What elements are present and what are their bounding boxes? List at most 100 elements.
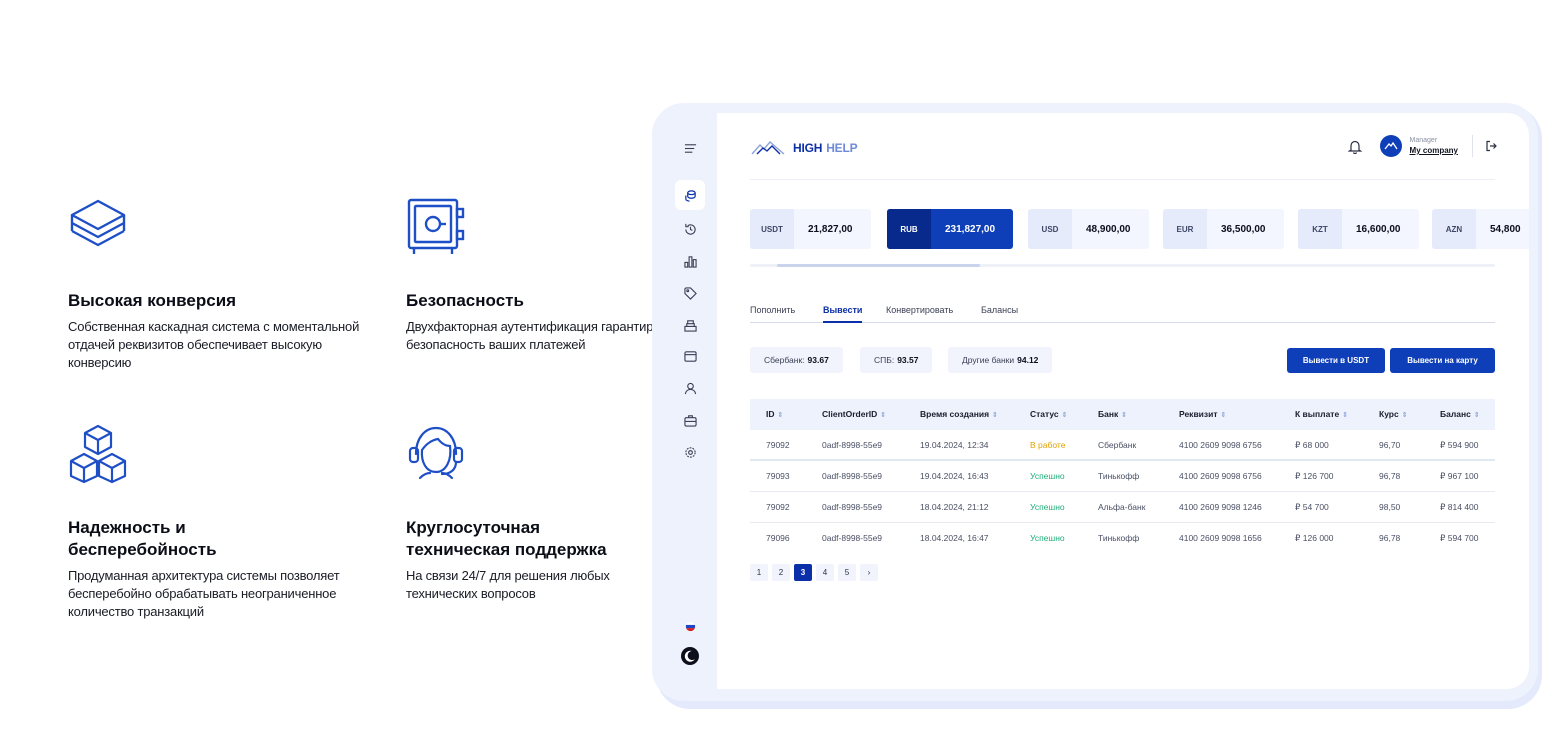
table-row[interactable]: 79092 0adf-8998-55e9 19.04.2024, 12:34 В… bbox=[750, 430, 1495, 461]
user-icon[interactable] bbox=[675, 373, 705, 403]
layers-icon bbox=[70, 199, 126, 247]
column-header-bank[interactable]: Банк ⇕ bbox=[1098, 409, 1127, 419]
column-header-clientorderid[interactable]: ClientOrderID ⇕ bbox=[822, 409, 886, 419]
column-header-balance[interactable]: Баланс ⇕ bbox=[1440, 409, 1480, 419]
cell-clientorderid: 0adf-8998-55e9 bbox=[822, 502, 883, 512]
dashboard-panel: HIGH HELP Manager My company USDT 21,827… bbox=[717, 113, 1529, 689]
withdraw-usdt-button[interactable]: Вывести в USDT bbox=[1287, 348, 1385, 373]
dark-mode-toggle-icon[interactable] bbox=[675, 641, 705, 671]
withdraw-card-button[interactable]: Вывести на карту bbox=[1390, 348, 1495, 373]
cards-scrollbar-thumb[interactable] bbox=[777, 264, 980, 267]
cell-id: 79092 bbox=[766, 502, 790, 512]
rate-value: 93.67 bbox=[807, 355, 829, 365]
cell-rate: 96,70 bbox=[1379, 440, 1401, 450]
feature-title: Круглосуточная техническая поддержка bbox=[406, 518, 607, 559]
table-header: ID ⇕ ClientOrderID ⇕ Время создания ⇕ Стату… bbox=[750, 399, 1495, 430]
tag-icon[interactable] bbox=[675, 278, 705, 308]
cell-clientorderid: 0adf-8998-55e9 bbox=[822, 533, 883, 543]
cell-balance: ₽ 814 400 bbox=[1440, 502, 1479, 512]
support-headset-icon bbox=[408, 426, 464, 480]
header-divider-line bbox=[750, 179, 1495, 180]
currency-card-rub[interactable]: RUB 231,827,00 bbox=[887, 209, 1013, 249]
status-badge: Успешно bbox=[1030, 502, 1065, 512]
page-button-current[interactable]: 3 bbox=[794, 564, 812, 581]
cell-requisite: 4100 2609 9098 6756 bbox=[1179, 440, 1262, 450]
rate-chip-sber: Сбербанк: 93.67 bbox=[750, 347, 843, 373]
page-button[interactable]: 4 bbox=[816, 564, 834, 581]
user-role: Manager bbox=[1409, 137, 1438, 144]
cell-id: 79093 bbox=[766, 471, 790, 481]
briefcase-icon[interactable] bbox=[675, 405, 705, 435]
cell-clientorderid: 0adf-8998-55e9 bbox=[822, 440, 883, 450]
sort-icon: ⇕ bbox=[1121, 412, 1128, 419]
sort-icon: ⇕ bbox=[1061, 412, 1068, 419]
page: Высокая конверсия Собственная каскадная … bbox=[0, 0, 1568, 749]
sort-icon: ⇕ bbox=[1473, 412, 1480, 419]
tab-convert[interactable]: Конвертировать bbox=[886, 305, 953, 323]
history-icon[interactable] bbox=[675, 214, 705, 244]
table-row[interactable]: 79093 0adf-8998-55e9 19.04.2024, 16:43 У… bbox=[750, 461, 1495, 492]
logout-icon[interactable] bbox=[1485, 140, 1497, 152]
chart-icon[interactable] bbox=[675, 246, 705, 276]
currency-card-eur[interactable]: EUR 36,500,00 bbox=[1163, 209, 1284, 249]
column-header-created[interactable]: Время создания ⇕ bbox=[920, 409, 998, 419]
bell-icon[interactable] bbox=[1347, 139, 1362, 154]
column-header-rate[interactable]: Курс ⇕ bbox=[1379, 409, 1408, 419]
sort-icon: ⇕ bbox=[880, 412, 887, 419]
menu-icon[interactable] bbox=[675, 133, 705, 163]
next-page-button[interactable]: › bbox=[860, 564, 878, 581]
cards-scrollbar[interactable] bbox=[750, 264, 1495, 267]
feature-reliability: Надежность и бесперебойность Продуманная… bbox=[68, 424, 368, 621]
table-row[interactable]: 79096 0adf-8998-55e9 18.04.2024, 16:47 У… bbox=[750, 523, 1495, 554]
cell-bank: Тинькофф bbox=[1098, 471, 1140, 481]
sidebar bbox=[665, 113, 717, 689]
currency-code: USD bbox=[1028, 209, 1072, 249]
logo-word-help: HELP bbox=[826, 141, 858, 155]
page-button[interactable]: 2 bbox=[772, 564, 790, 581]
cell-bank: Альфа-банк bbox=[1098, 502, 1146, 512]
stack-icon[interactable] bbox=[675, 310, 705, 340]
mountain-logo-icon bbox=[751, 141, 785, 155]
currency-card-usdt[interactable]: USDT 21,827,00 bbox=[750, 209, 871, 249]
rate-label: Сбербанк: bbox=[764, 355, 805, 365]
currency-card-kzt[interactable]: KZT 16,600,00 bbox=[1298, 209, 1419, 249]
table-row[interactable]: 79092 0adf-8998-55e9 18.04.2024, 21:12 У… bbox=[750, 492, 1495, 523]
russian-flag-icon[interactable] bbox=[675, 611, 705, 641]
user-company[interactable]: My company bbox=[1410, 146, 1458, 156]
rate-chip-other: Другие банки 94.12 bbox=[948, 347, 1053, 373]
cell-created: 18.04.2024, 16:47 bbox=[920, 533, 989, 543]
cell-balance: ₽ 967 100 bbox=[1440, 471, 1479, 481]
status-badge: В работе bbox=[1030, 440, 1066, 450]
currency-amount: 231,827,00 bbox=[945, 223, 996, 235]
cell-created: 19.04.2024, 16:43 bbox=[920, 471, 989, 481]
sort-icon: ⇕ bbox=[777, 412, 784, 419]
currency-card-azn[interactable]: AZN 54,800 bbox=[1432, 209, 1529, 249]
user-info[interactable]: Manager My company bbox=[1410, 136, 1458, 156]
currency-amount: 16,600,00 bbox=[1356, 223, 1401, 235]
status-badge: Успешно bbox=[1030, 533, 1065, 543]
rate-value: 93.57 bbox=[897, 355, 919, 365]
cell-id: 79092 bbox=[766, 440, 790, 450]
cell-created: 18.04.2024, 21:12 bbox=[920, 502, 989, 512]
tab-deposit[interactable]: Пополнить bbox=[750, 305, 795, 323]
column-header-status[interactable]: Статус ⇕ bbox=[1030, 409, 1068, 419]
tab-withdraw[interactable]: Вывести bbox=[823, 305, 863, 323]
sort-icon: ⇕ bbox=[1342, 412, 1349, 419]
coins-icon[interactable] bbox=[675, 180, 705, 210]
settings-icon[interactable] bbox=[675, 437, 705, 467]
currency-code: KZT bbox=[1298, 209, 1342, 249]
logo-word-high: HIGH bbox=[793, 141, 823, 155]
wallet-icon[interactable] bbox=[675, 341, 705, 371]
page-button[interactable]: 5 bbox=[838, 564, 856, 581]
column-header-id[interactable]: ID ⇕ bbox=[766, 409, 783, 419]
avatar[interactable] bbox=[1379, 135, 1402, 157]
page-button[interactable]: 1 bbox=[750, 564, 768, 581]
column-header-requisite[interactable]: Реквизит ⇕ bbox=[1179, 409, 1226, 419]
logo: HIGH HELP bbox=[751, 141, 858, 155]
feature-text: Собственная каскадная система с моментал… bbox=[68, 319, 360, 370]
currency-card-usd[interactable]: USD 48,900,00 bbox=[1028, 209, 1149, 249]
cell-rate: 96,78 bbox=[1379, 533, 1401, 543]
tab-balances[interactable]: Балансы bbox=[981, 305, 1018, 323]
currency-code: USDT bbox=[750, 209, 794, 249]
column-header-payout[interactable]: К выплате ⇕ bbox=[1295, 409, 1348, 419]
